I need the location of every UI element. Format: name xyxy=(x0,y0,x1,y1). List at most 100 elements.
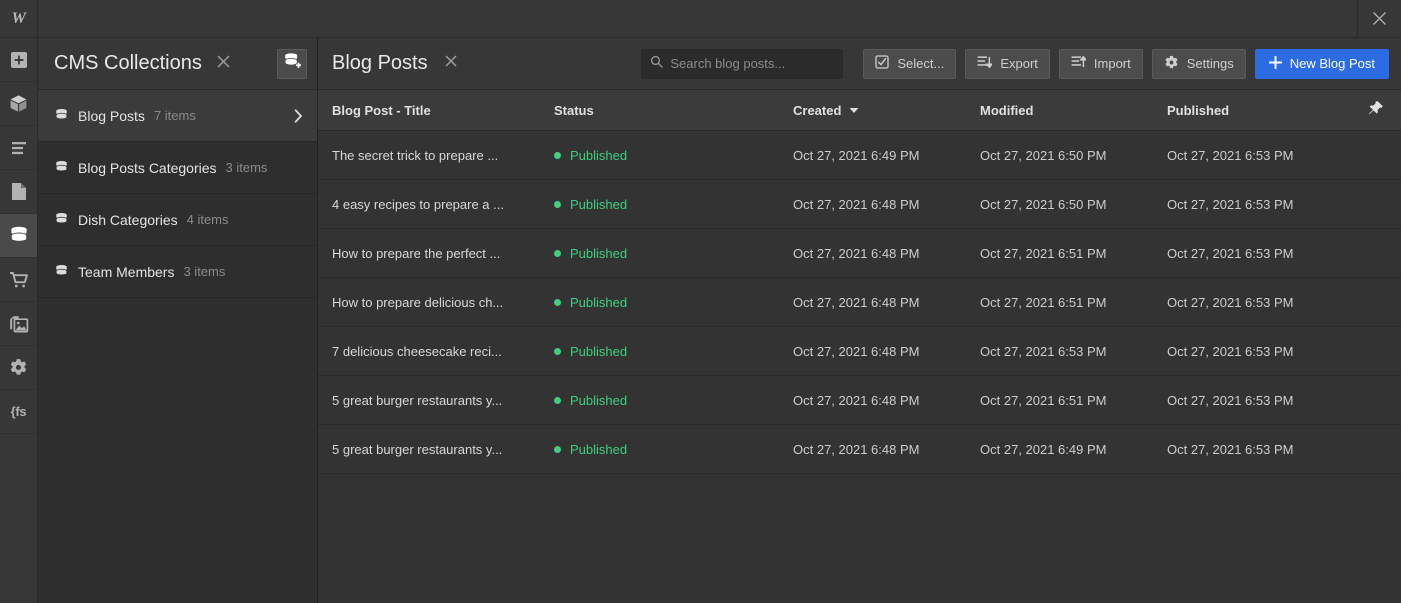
export-button-label: Export xyxy=(1000,56,1038,71)
column-header-created-label: Created xyxy=(793,103,841,118)
cell-created: Oct 27, 2021 6:48 PM xyxy=(793,197,980,212)
rail-item-components-panel[interactable] xyxy=(0,82,37,126)
rail-item-assets-panel[interactable] xyxy=(0,302,37,346)
cube-icon xyxy=(9,94,28,113)
column-header-title[interactable]: Blog Post - Title xyxy=(318,103,554,118)
webflow-designer-window: W xyxy=(0,0,1401,603)
cms-collections-panel: CMS Collections xyxy=(38,38,318,603)
cell-modified: Oct 27, 2021 6:49 PM xyxy=(980,442,1167,457)
search-input[interactable] xyxy=(670,56,834,71)
cell-published: Oct 27, 2021 6:53 PM xyxy=(1167,246,1361,261)
navigator-lines-icon xyxy=(10,141,28,155)
main-body: {fs CMS Collections xyxy=(0,38,1401,603)
rail-item-pages-panel[interactable] xyxy=(0,170,37,214)
table-row[interactable]: 4 easy recipes to prepare a ... Publishe… xyxy=(318,180,1401,229)
table-header-row: Blog Post - Title Status Created Modifie… xyxy=(318,90,1401,131)
column-header-created[interactable]: Created xyxy=(793,103,980,118)
status-badge: Published xyxy=(570,197,627,212)
plus-icon xyxy=(1269,56,1282,72)
cell-created: Oct 27, 2021 6:48 PM xyxy=(793,246,980,261)
close-collection-tab-button[interactable] xyxy=(440,53,462,75)
collection-name: Blog Posts xyxy=(78,108,145,124)
collection-name: Team Members xyxy=(78,264,174,280)
cell-created: Oct 27, 2021 6:48 PM xyxy=(793,393,980,408)
webflow-logo-text: W xyxy=(12,10,26,28)
cell-title: 5 great burger restaurants y... xyxy=(318,442,554,457)
close-icon xyxy=(444,54,458,73)
close-icon xyxy=(1372,11,1387,26)
collection-item-blog-posts-categories[interactable]: Blog Posts Categories 3 items xyxy=(38,142,317,194)
database-icon xyxy=(54,212,74,227)
table-row[interactable]: 5 great burger restaurants y... Publishe… xyxy=(318,425,1401,474)
cell-title: 5 great burger restaurants y... xyxy=(318,393,554,408)
database-icon xyxy=(9,226,29,245)
rail-item-ecommerce-panel[interactable] xyxy=(0,258,37,302)
collection-tab-title: Blog Posts xyxy=(332,52,428,75)
fs-braces-icon: {fs xyxy=(11,404,27,419)
status-dot-icon xyxy=(554,250,561,257)
close-window-button[interactable] xyxy=(1357,0,1401,37)
webflow-logo[interactable]: W xyxy=(0,0,38,37)
table-row[interactable]: 5 great burger restaurants y... Publishe… xyxy=(318,376,1401,425)
rail-item-cms-panel[interactable] xyxy=(0,214,37,258)
import-button[interactable]: Import xyxy=(1059,49,1143,79)
cell-created: Oct 27, 2021 6:48 PM xyxy=(793,295,980,310)
table-row[interactable]: 7 delicious cheesecake reci... Published… xyxy=(318,327,1401,376)
status-dot-icon xyxy=(554,446,561,453)
column-header-status[interactable]: Status xyxy=(554,103,793,118)
rail-item-settings-panel[interactable] xyxy=(0,346,37,390)
cell-status: Published xyxy=(554,246,793,261)
new-blog-post-button[interactable]: New Blog Post xyxy=(1255,49,1389,79)
pin-column-button[interactable] xyxy=(1361,100,1401,121)
rail-item-navigator-panel[interactable] xyxy=(0,126,37,170)
table-row[interactable]: How to prepare delicious ch... Published… xyxy=(318,278,1401,327)
rail-item-add-panel[interactable] xyxy=(0,38,37,82)
gear-icon xyxy=(1164,55,1179,73)
export-down-icon xyxy=(977,55,992,72)
collection-toolbar: Blog Posts xyxy=(318,38,1401,90)
status-dot-icon xyxy=(554,348,561,355)
cell-created: Oct 27, 2021 6:49 PM xyxy=(793,148,980,163)
cell-status: Published xyxy=(554,295,793,310)
search-blog-posts-box[interactable] xyxy=(641,49,843,79)
cell-title: The secret trick to prepare ... xyxy=(318,148,554,163)
add-collection-button[interactable] xyxy=(277,49,307,79)
export-button[interactable]: Export xyxy=(965,49,1050,79)
rail-item-code-panel[interactable]: {fs xyxy=(0,390,37,434)
collection-name: Dish Categories xyxy=(78,212,178,228)
collection-name: Blog Posts Categories xyxy=(78,160,217,176)
close-icon xyxy=(216,54,231,74)
status-badge: Published xyxy=(570,393,627,408)
cell-published: Oct 27, 2021 6:53 PM xyxy=(1167,197,1361,212)
column-header-modified[interactable]: Modified xyxy=(980,103,1167,118)
images-icon xyxy=(9,315,29,333)
database-icon xyxy=(54,108,74,123)
plus-square-icon xyxy=(10,51,28,69)
table-row[interactable]: The secret trick to prepare ... Publishe… xyxy=(318,131,1401,180)
collection-item-count: 7 items xyxy=(154,108,196,123)
top-bar-spacer xyxy=(38,0,1357,37)
cell-modified: Oct 27, 2021 6:53 PM xyxy=(980,344,1167,359)
column-header-published[interactable]: Published xyxy=(1167,103,1361,118)
shopping-cart-icon xyxy=(9,271,29,289)
collection-item-team-members[interactable]: Team Members 3 items xyxy=(38,246,317,298)
cell-published: Oct 27, 2021 6:53 PM xyxy=(1167,393,1361,408)
table-row[interactable]: How to prepare the perfect ... Published… xyxy=(318,229,1401,278)
status-badge: Published xyxy=(570,246,627,261)
cell-published: Oct 27, 2021 6:53 PM xyxy=(1167,148,1361,163)
pin-icon xyxy=(1368,100,1384,121)
collection-items-view: Blog Posts xyxy=(318,38,1401,603)
collection-item-dish-categories[interactable]: Dish Categories 4 items xyxy=(38,194,317,246)
top-bar: W xyxy=(0,0,1401,38)
collection-item-count: 4 items xyxy=(187,212,229,227)
status-dot-icon xyxy=(554,152,561,159)
select-button[interactable]: Select... xyxy=(863,49,956,79)
select-button-label: Select... xyxy=(897,56,944,71)
cell-status: Published xyxy=(554,197,793,212)
cell-status: Published xyxy=(554,344,793,359)
caret-down-icon xyxy=(849,107,859,114)
cell-published: Oct 27, 2021 6:53 PM xyxy=(1167,442,1361,457)
collection-settings-button[interactable]: Settings xyxy=(1152,49,1246,79)
close-collections-panel-button[interactable] xyxy=(213,53,235,75)
collection-item-blog-posts[interactable]: Blog Posts 7 items xyxy=(38,90,317,142)
